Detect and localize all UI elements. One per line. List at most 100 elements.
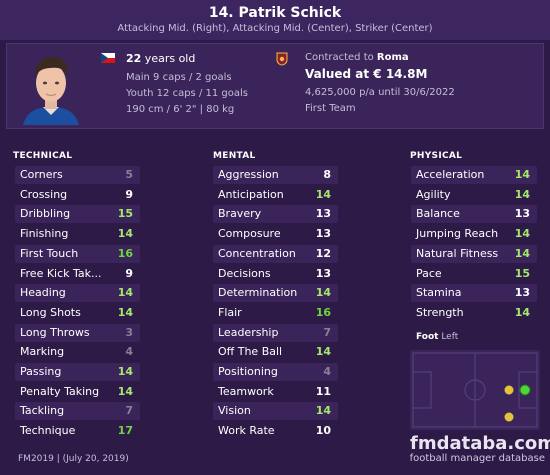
attribute-value: 11 <box>315 384 331 398</box>
attribute-row: Marking 4 <box>15 343 140 362</box>
squad-status: First Team <box>305 103 356 114</box>
attribute-value: 10 <box>315 424 331 438</box>
attribute-value: 4 <box>125 345 133 359</box>
attribute-row: Balance 13 <box>411 205 537 224</box>
attribute-label: Technique <box>20 424 76 438</box>
attribute-row: Heading 14 <box>15 284 140 303</box>
attribute-value: 15 <box>117 207 133 221</box>
attribute-row: Composure 13 <box>213 225 338 244</box>
attribute-label: Positioning <box>218 365 278 378</box>
attribute-label: Penalty Taking <box>20 384 100 398</box>
attribute-row: Technique 17 <box>15 422 140 441</box>
attribute-row: Acceleration 14 <box>411 166 537 184</box>
contract-club[interactable]: Contracted to Roma <box>305 52 409 63</box>
attribute-label: Concentration <box>218 246 296 260</box>
attribute-label: Tackling <box>20 404 65 418</box>
market-value: Valued at € 14.8M <box>305 67 428 81</box>
attribute-label: Passing <box>20 365 62 378</box>
attribute-row: Decisions 13 <box>213 264 338 283</box>
attribute-label: Crossing <box>20 187 68 201</box>
attribute-row: Natural Fitness 14 <box>411 244 537 263</box>
attribute-value: 14 <box>315 404 331 418</box>
attribute-label: Dribbling <box>20 207 71 221</box>
attribute-row: Flair 16 <box>213 303 338 322</box>
attribute-label: Anticipation <box>218 187 284 201</box>
attribute-value: 14 <box>315 345 331 359</box>
attribute-row: Concentration 12 <box>213 244 338 263</box>
attribute-row: Off The Ball 14 <box>213 343 338 362</box>
player-header: 14. Patrik Schick Attacking Mid. (Right)… <box>0 0 550 40</box>
attribute-label: Heading <box>20 286 66 300</box>
attribute-label: Flair <box>218 305 242 319</box>
attribute-row: Long Shots 14 <box>15 303 140 322</box>
attribute-value: 14 <box>514 168 530 181</box>
attribute-label: Free Kick Tak... <box>20 266 102 280</box>
attribute-label: Agility <box>416 187 451 201</box>
attribute-value: 13 <box>514 286 530 300</box>
attribute-label: Balance <box>416 207 460 221</box>
attribute-value: 14 <box>117 286 133 300</box>
attribute-row: Corners 5 <box>15 166 140 184</box>
attribute-value: 14 <box>117 305 133 319</box>
attribute-label: Teamwork <box>218 384 274 398</box>
brand-logo[interactable]: fmdataba.com <box>410 433 550 454</box>
attribute-row: Leadership 7 <box>213 323 338 342</box>
main-caps: Main 9 caps / 2 goals <box>126 72 232 83</box>
attribute-row: Dribbling 15 <box>15 205 140 224</box>
attribute-value: 9 <box>125 187 133 201</box>
player-portrait <box>17 49 85 125</box>
attribute-value: 14 <box>117 384 133 398</box>
attribute-row: Crossing 9 <box>15 185 140 204</box>
attribute-row: Long Throws 3 <box>15 323 140 342</box>
attribute-row: Bravery 13 <box>213 205 338 224</box>
attribute-label: Strength <box>416 305 464 319</box>
attribute-label: Pace <box>416 266 442 280</box>
attribute-label: Leadership <box>218 325 279 339</box>
preferred-foot: Foot Left <box>416 332 459 342</box>
attribute-value: 9 <box>125 266 133 280</box>
attribute-value: 14 <box>117 365 133 378</box>
attribute-row: First Touch 16 <box>15 244 140 263</box>
position-dot-am-right <box>504 412 514 422</box>
attribute-label: First Touch <box>20 246 79 260</box>
attribute-label: Acceleration <box>416 168 485 181</box>
attribute-label: Long Throws <box>20 325 90 339</box>
attribute-label: Off The Ball <box>218 345 283 359</box>
physical-title: PHYSICAL <box>410 151 463 161</box>
attribute-row: Positioning 4 <box>213 363 338 381</box>
mental-title: MENTAL <box>213 151 256 161</box>
brand-subtitle: football manager database <box>409 453 545 464</box>
attribute-label: Natural Fitness <box>416 246 499 260</box>
player-info-panel: 22 years old Main 9 caps / 2 goals Youth… <box>6 43 544 129</box>
attribute-label: Determination <box>218 286 298 300</box>
attribute-label: Corners <box>20 168 63 181</box>
attribute-row: Aggression 8 <box>213 166 338 184</box>
attribute-value: 15 <box>514 266 530 280</box>
attribute-row: Passing 14 <box>15 363 140 381</box>
player-name: 14. Patrik Schick <box>208 5 342 21</box>
attribute-value: 7 <box>323 325 331 339</box>
attribute-row: Determination 14 <box>213 284 338 303</box>
attribute-value: 16 <box>315 305 331 319</box>
attribute-value: 13 <box>315 227 331 241</box>
attribute-value: 14 <box>514 305 530 319</box>
attribute-value: 13 <box>315 266 331 280</box>
attribute-row: Free Kick Tak... 9 <box>15 264 140 283</box>
attribute-value: 14 <box>514 246 530 260</box>
attribute-value: 14 <box>514 227 530 241</box>
attribute-value: 14 <box>315 286 331 300</box>
attribute-value: 13 <box>514 207 530 221</box>
youth-caps: Youth 12 caps / 11 goals <box>126 88 248 99</box>
attribute-label: Stamina <box>416 286 462 300</box>
attribute-value: 12 <box>315 246 331 260</box>
attribute-row: Jumping Reach 14 <box>411 225 537 244</box>
attribute-value: 8 <box>323 168 331 181</box>
position-dot-am-center <box>504 385 514 395</box>
attribute-row: Penalty Taking 14 <box>15 382 140 401</box>
attribute-label: Long Shots <box>20 305 81 319</box>
attribute-label: Bravery <box>218 207 262 221</box>
wage-contract: 4,625,000 p/a until 30/6/2022 <box>305 87 455 98</box>
attribute-label: Jumping Reach <box>416 227 499 241</box>
attribute-row: Pace 15 <box>411 264 537 283</box>
player-age: 22 years old <box>126 52 196 65</box>
